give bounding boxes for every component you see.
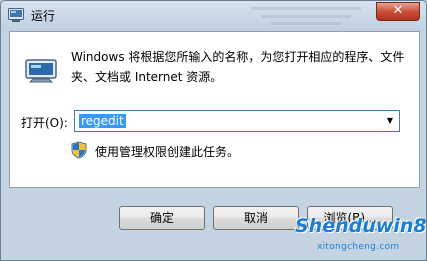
close-icon: ✕ [392, 3, 404, 18]
browse-button[interactable]: 浏览(B)... [307, 206, 393, 230]
open-input-value[interactable]: regedit [79, 114, 126, 128]
cancel-button[interactable]: 取消 [213, 206, 299, 230]
background-window-ghost [251, 7, 361, 25]
dropdown-arrow-icon[interactable]: ▼ [381, 111, 399, 131]
dialog-body: Windows 将根据您所输入的名称，为您打开相应的程序、文件夹、文档或 Int… [9, 31, 420, 188]
open-label: 打开(O): [21, 116, 68, 130]
window-title: 运行 [31, 9, 56, 23]
run-dialog: 运行 ✕ Windows 将根据您所输入的名称，为您打开相应的程序、文件夹、文档… [0, 0, 427, 261]
watermark-sub-text: xitongcheng.com [317, 242, 400, 252]
close-button[interactable]: ✕ [376, 2, 420, 21]
description-text: Windows 将根据您所输入的名称，为您打开相应的程序、文件夹、文档或 Int… [71, 50, 405, 84]
title-bar[interactable]: 运行 ✕ [1, 1, 426, 31]
open-combobox[interactable]: regedit ▼ [74, 110, 400, 132]
ok-button[interactable]: 确定 [119, 206, 205, 230]
run-program-icon [25, 59, 57, 83]
admin-privilege-note: 使用管理权限创建此任务。 [95, 145, 240, 159]
uac-shield-icon [71, 141, 87, 159]
run-app-icon [8, 8, 24, 22]
